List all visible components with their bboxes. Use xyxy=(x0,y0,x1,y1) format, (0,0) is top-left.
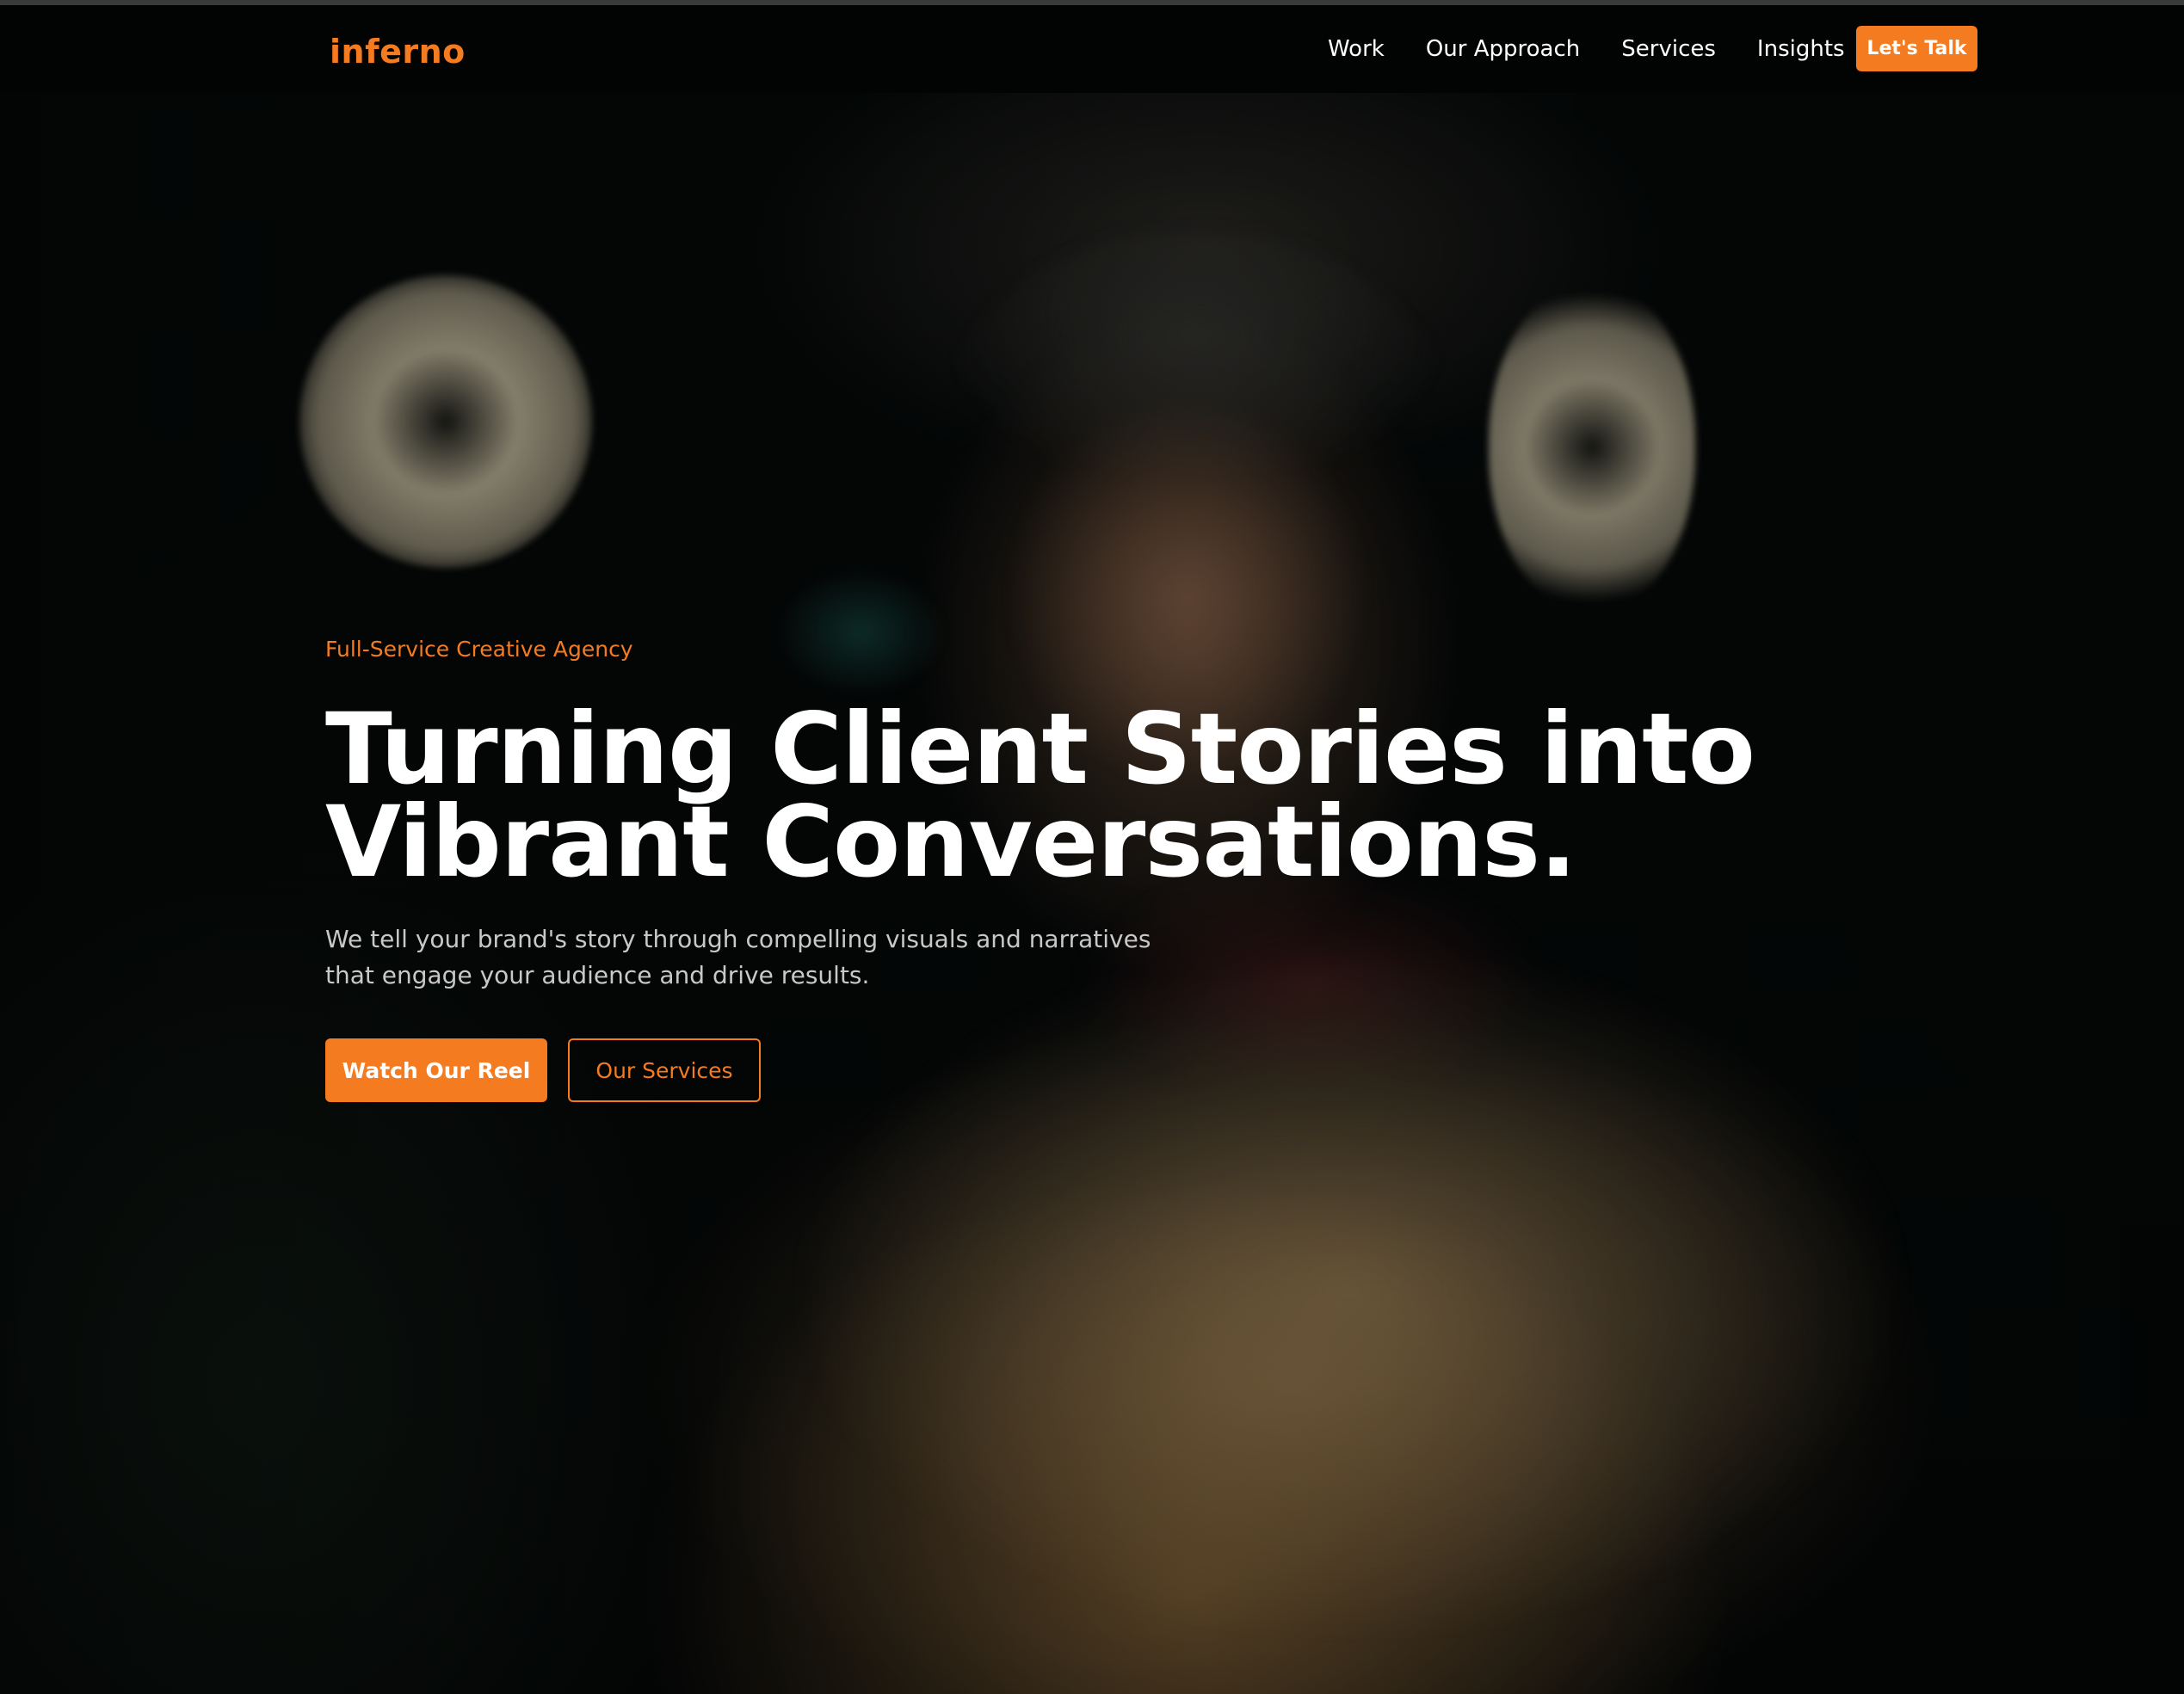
top-navbar: inferno Work Our Approach Services Insig… xyxy=(0,5,2184,93)
nav-link-services[interactable]: Services xyxy=(1621,36,1716,62)
nav-link-our-approach[interactable]: Our Approach xyxy=(1426,36,1580,62)
hero-headline: Turning Client Stories into Vibrant Conv… xyxy=(325,692,1755,899)
main-nav: Work Our Approach Services Insights xyxy=(1328,36,1886,62)
hero-eyebrow: Full-Service Creative Agency xyxy=(325,637,633,662)
lets-talk-button[interactable]: Let's Talk xyxy=(1856,26,1977,71)
brand-logo[interactable]: inferno xyxy=(330,33,466,71)
hero-subtext: We tell your brand's story through compe… xyxy=(325,925,1151,989)
our-services-button[interactable]: Our Services xyxy=(568,1038,761,1102)
watch-reel-button[interactable]: Watch Our Reel xyxy=(325,1038,547,1102)
page: inferno Work Our Approach Services Insig… xyxy=(0,0,2184,1694)
hero-section: Full-Service Creative Agency Turning Cli… xyxy=(325,637,2046,1102)
browser-top-border xyxy=(0,0,2184,5)
nav-link-insights[interactable]: Insights xyxy=(1757,36,1845,62)
hero-buttons: Watch Our Reel Our Services xyxy=(325,1038,2046,1102)
nav-link-work[interactable]: Work xyxy=(1328,36,1385,62)
